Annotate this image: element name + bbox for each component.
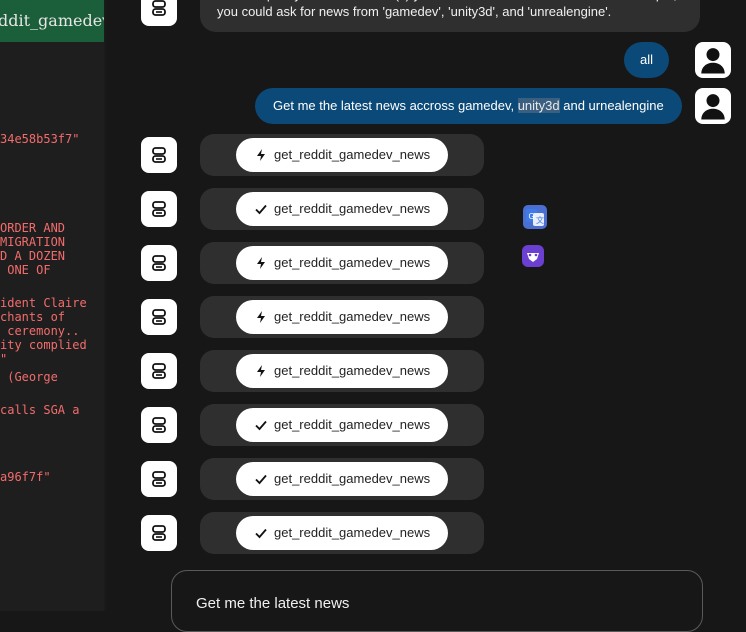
terminal-line: a96f7f" bbox=[0, 470, 51, 484]
tool-call-row: get_reddit_gamedev_news bbox=[200, 458, 484, 500]
bot-avatar bbox=[141, 407, 177, 443]
check-icon bbox=[255, 528, 267, 539]
user-avatar bbox=[695, 42, 731, 78]
tool-call-label: get_reddit_gamedev_news bbox=[274, 201, 431, 216]
robot-icon bbox=[152, 255, 166, 271]
bot-avatar bbox=[141, 191, 177, 227]
robot-icon bbox=[152, 0, 166, 16]
terminal-line: (George bbox=[0, 370, 58, 384]
tool-call-button[interactable]: get_reddit_gamedev_news bbox=[236, 408, 448, 442]
robot-icon bbox=[152, 525, 166, 541]
user-icon bbox=[701, 94, 725, 120]
tool-call-row: get_reddit_gamedev_news bbox=[200, 188, 484, 230]
tool-call-row: get_reddit_gamedev_news bbox=[200, 350, 484, 392]
terminal-line: ceremony.. bbox=[0, 324, 80, 338]
tool-call-row: get_reddit_gamedev_news bbox=[200, 512, 484, 554]
terminal-tab[interactable]: ddit_gamedev_ bbox=[0, 0, 104, 42]
user-message: all bbox=[624, 42, 670, 78]
check-icon bbox=[255, 420, 267, 431]
tool-call-row: get_reddit_gamedev_news bbox=[200, 296, 484, 338]
tool-call-button[interactable]: get_reddit_gamedev_news bbox=[236, 138, 448, 172]
user-message-text: Get me the latest news accross gamedev, bbox=[273, 98, 518, 113]
robot-icon bbox=[152, 309, 166, 325]
bot-avatar bbox=[141, 245, 177, 281]
terminal-panel: ddit_gamedev_ 34e58b53f7" ORDER AND MIGR… bbox=[0, 0, 104, 611]
tool-call-button[interactable]: get_reddit_gamedev_news bbox=[236, 516, 448, 550]
tool-call-label: get_reddit_gamedev_news bbox=[274, 417, 431, 432]
tool-call-button[interactable]: get_reddit_gamedev_news bbox=[236, 462, 448, 496]
robot-icon bbox=[152, 471, 166, 487]
terminal-line: ident Claire bbox=[0, 296, 87, 310]
tool-call-label: get_reddit_gamedev_news bbox=[274, 363, 431, 378]
tool-call-button[interactable]: get_reddit_gamedev_news bbox=[236, 300, 448, 334]
check-icon bbox=[255, 474, 267, 485]
terminal-line: ity complied bbox=[0, 338, 87, 352]
terminal-line: ONE OF bbox=[0, 263, 51, 277]
extension-icon[interactable] bbox=[522, 245, 544, 267]
terminal-line: MIGRATION bbox=[0, 235, 66, 249]
terminal-line: calls SGA a bbox=[0, 403, 80, 417]
translate-icon[interactable]: G文 bbox=[523, 205, 547, 229]
tool-call-label: get_reddit_gamedev_news bbox=[274, 471, 431, 486]
bot-avatar bbox=[141, 299, 177, 335]
user-avatar bbox=[695, 88, 731, 124]
bot-message: Please specify which subreddit(s) you'd … bbox=[200, 0, 700, 32]
user-message: Get me the latest news accross gamedev, … bbox=[255, 88, 682, 124]
bolt-icon bbox=[257, 365, 265, 377]
bot-avatar bbox=[141, 515, 177, 551]
bolt-icon bbox=[257, 311, 265, 323]
tool-call-label: get_reddit_gamedev_news bbox=[274, 147, 431, 162]
chat-input[interactable]: Get me the latest news bbox=[171, 570, 703, 632]
bot-avatar bbox=[141, 0, 177, 26]
robot-icon bbox=[152, 201, 166, 217]
tool-call-row: get_reddit_gamedev_news bbox=[200, 134, 484, 176]
terminal-line: ORDER AND bbox=[0, 221, 66, 235]
user-icon bbox=[701, 48, 725, 74]
user-message-text: and urnealengine bbox=[559, 98, 664, 113]
svg-text:文: 文 bbox=[536, 215, 544, 225]
bot-message-text: Please specify which subreddit(s) you'd … bbox=[217, 0, 677, 19]
bot-avatar bbox=[141, 353, 177, 389]
svg-text:G: G bbox=[529, 212, 535, 221]
tool-call-label: get_reddit_gamedev_news bbox=[274, 309, 431, 324]
tool-call-button[interactable]: get_reddit_gamedev_news bbox=[236, 246, 448, 280]
bolt-icon bbox=[257, 149, 265, 161]
bot-avatar bbox=[141, 461, 177, 497]
user-message-text: all bbox=[640, 52, 654, 67]
tool-call-row: get_reddit_gamedev_news bbox=[200, 242, 484, 284]
robot-icon bbox=[152, 417, 166, 433]
tool-call-button[interactable]: get_reddit_gamedev_news bbox=[236, 192, 448, 226]
bolt-icon bbox=[257, 257, 265, 269]
tool-call-label: get_reddit_gamedev_news bbox=[274, 525, 431, 540]
highlighted-text: unity3d bbox=[517, 98, 560, 113]
bot-avatar bbox=[141, 137, 177, 173]
terminal-line: " bbox=[0, 352, 8, 366]
robot-icon bbox=[152, 147, 166, 163]
tool-call-button[interactable]: get_reddit_gamedev_news bbox=[236, 354, 448, 388]
terminal-line: chants of bbox=[0, 310, 66, 324]
tool-call-label: get_reddit_gamedev_news bbox=[274, 255, 431, 270]
chat-input-value[interactable]: Get me the latest news bbox=[196, 595, 349, 612]
terminal-line: D A DOZEN bbox=[0, 249, 66, 263]
robot-icon bbox=[152, 363, 166, 379]
panel-divider[interactable] bbox=[104, 0, 106, 611]
terminal-line: 34e58b53f7" bbox=[0, 132, 80, 146]
tool-call-row: get_reddit_gamedev_news bbox=[200, 404, 484, 446]
check-icon bbox=[255, 204, 267, 215]
